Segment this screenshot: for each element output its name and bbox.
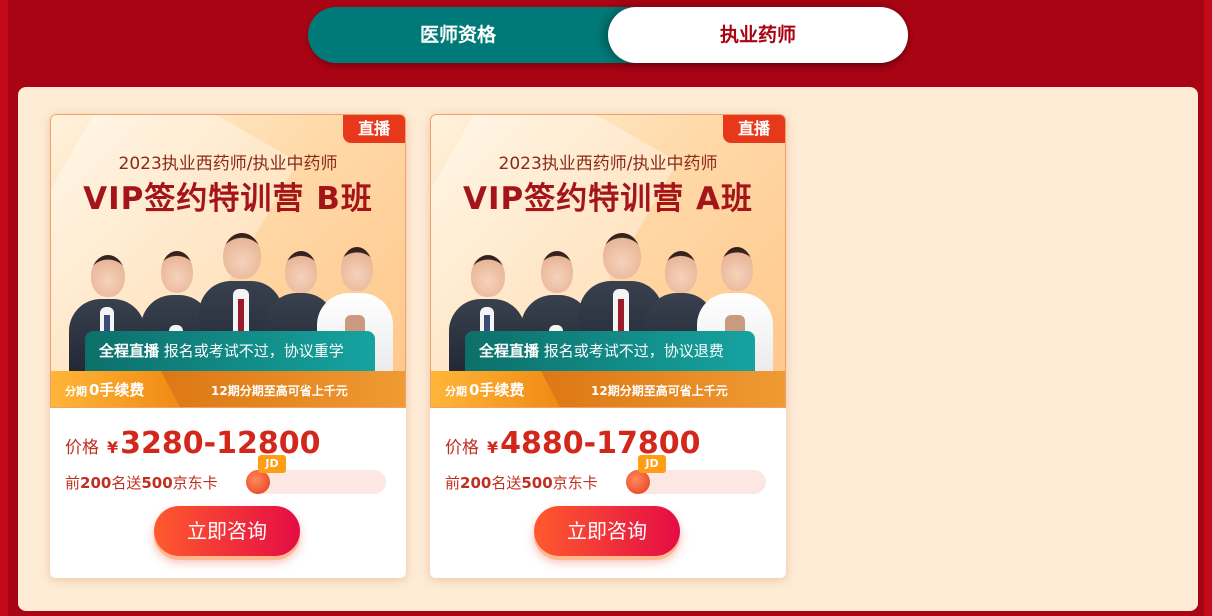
consult-now-button[interactable]: 立即咨询	[534, 506, 680, 556]
promo-amount: 500	[521, 474, 553, 492]
course-title: VIP签约特训营 A班	[462, 181, 754, 217]
jd-icon: JD	[638, 455, 666, 473]
promo-mid: 名送	[111, 474, 142, 492]
promo-text: 前200名送500京东卡	[445, 472, 598, 493]
promo-suffix: 京东卡	[172, 474, 218, 492]
slogan-bold: 全程直播	[479, 342, 540, 360]
qualification-tabs: 医师资格 执业药师	[308, 7, 908, 63]
installment-fee-label: 0手续费	[89, 381, 145, 399]
promo-suffix: 京东卡	[552, 474, 598, 492]
promo-amount: 500	[141, 474, 173, 492]
promo-progress-fill	[626, 470, 650, 494]
price-value: 4880-17800	[500, 426, 701, 461]
promo-progress-fill	[246, 470, 270, 494]
price-value: 3280-12800	[120, 426, 321, 461]
installment-bar: 分期 0手续费 12期分期至高可省上千元	[51, 371, 405, 407]
price-label: 价格	[445, 438, 479, 458]
slogan-bar: 全程直播 报名或考试不过，协议退费	[465, 331, 755, 371]
slogan-text: 报名或考试不过，协议重学	[159, 342, 344, 360]
installment-note: 12期分期至高可省上千元	[591, 384, 728, 398]
tab-licensed-pharmacist[interactable]: 执业药师	[608, 7, 908, 63]
live-badge: 直播	[723, 115, 785, 143]
slogan-bar: 全程直播 报名或考试不过，协议重学	[85, 331, 375, 371]
installment-badge: 分期 0手续费	[431, 371, 561, 407]
course-card[interactable]: 直播 2023执业西药师/执业中药师 VIP签约特训营 A班 全程直播 报名或考…	[430, 114, 786, 578]
slogan-text: 报名或考试不过，协议退费	[539, 342, 724, 360]
course-title: VIP签约特训营 B班	[83, 181, 373, 217]
promo-progress-track	[246, 470, 386, 494]
promo-progress-track	[626, 470, 766, 494]
promo-mid: 名送	[491, 474, 522, 492]
installment-badge: 分期 0手续费	[51, 371, 181, 407]
course-panel: 直播 2023执业西药师/执业中药师 VIP签约特训营 B班 全程直播 报名或考…	[18, 87, 1198, 611]
slogan-bold: 全程直播	[99, 342, 160, 360]
price-label: 价格	[65, 438, 99, 458]
promo-prefix: 前	[65, 474, 81, 492]
installment-bar: 分期 0手续费 12期分期至高可省上千元	[431, 371, 785, 407]
currency-symbol: ¥	[107, 438, 119, 457]
course-subject: 2023执业西药师/执业中药师	[498, 154, 718, 174]
promo-count: 200	[460, 474, 492, 492]
installment-small-label: 分期	[65, 385, 87, 398]
installment-fee-label: 0手续费	[469, 381, 525, 399]
page-edge-left	[0, 0, 8, 616]
course-banner[interactable]: 直播 2023执业西药师/执业中药师 VIP签约特训营 A班 全程直播 报名或考…	[430, 114, 786, 408]
promo-count: 200	[80, 474, 112, 492]
currency-symbol: ¥	[487, 438, 499, 457]
promo-text: 前200名送500京东卡	[65, 472, 218, 493]
promo-prefix: 前	[445, 474, 461, 492]
tab-doctor-qualification[interactable]: 医师资格	[308, 7, 608, 63]
course-subject: 2023执业西药师/执业中药师	[118, 154, 338, 174]
consult-now-button[interactable]: 立即咨询	[154, 506, 300, 556]
jd-icon: JD	[258, 455, 286, 473]
live-badge: 直播	[343, 115, 405, 143]
course-card[interactable]: 直播 2023执业西药师/执业中药师 VIP签约特训营 B班 全程直播 报名或考…	[50, 114, 406, 578]
installment-small-label: 分期	[445, 385, 467, 398]
installment-note: 12期分期至高可省上千元	[211, 384, 348, 398]
page-edge-right	[1204, 0, 1212, 616]
course-banner[interactable]: 直播 2023执业西药师/执业中药师 VIP签约特训营 B班 全程直播 报名或考…	[50, 114, 406, 408]
